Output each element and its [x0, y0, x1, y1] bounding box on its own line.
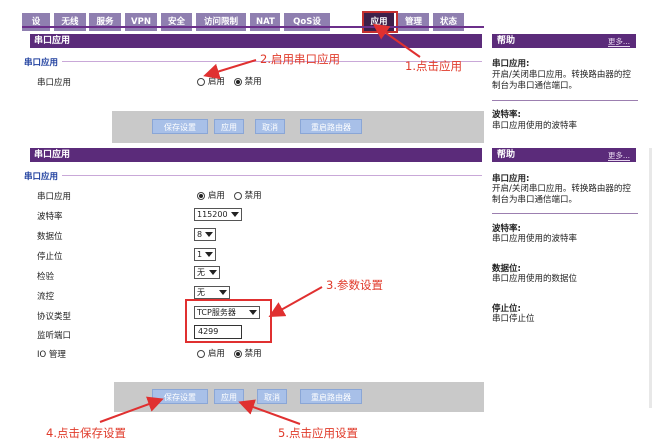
arrow-3: [268, 286, 323, 317]
arrow-1: [372, 23, 421, 58]
arrow-2: [203, 59, 257, 80]
arrow-5: [238, 399, 301, 425]
annotation-arrows: [99, 23, 421, 425]
arrow-4: [99, 396, 164, 423]
